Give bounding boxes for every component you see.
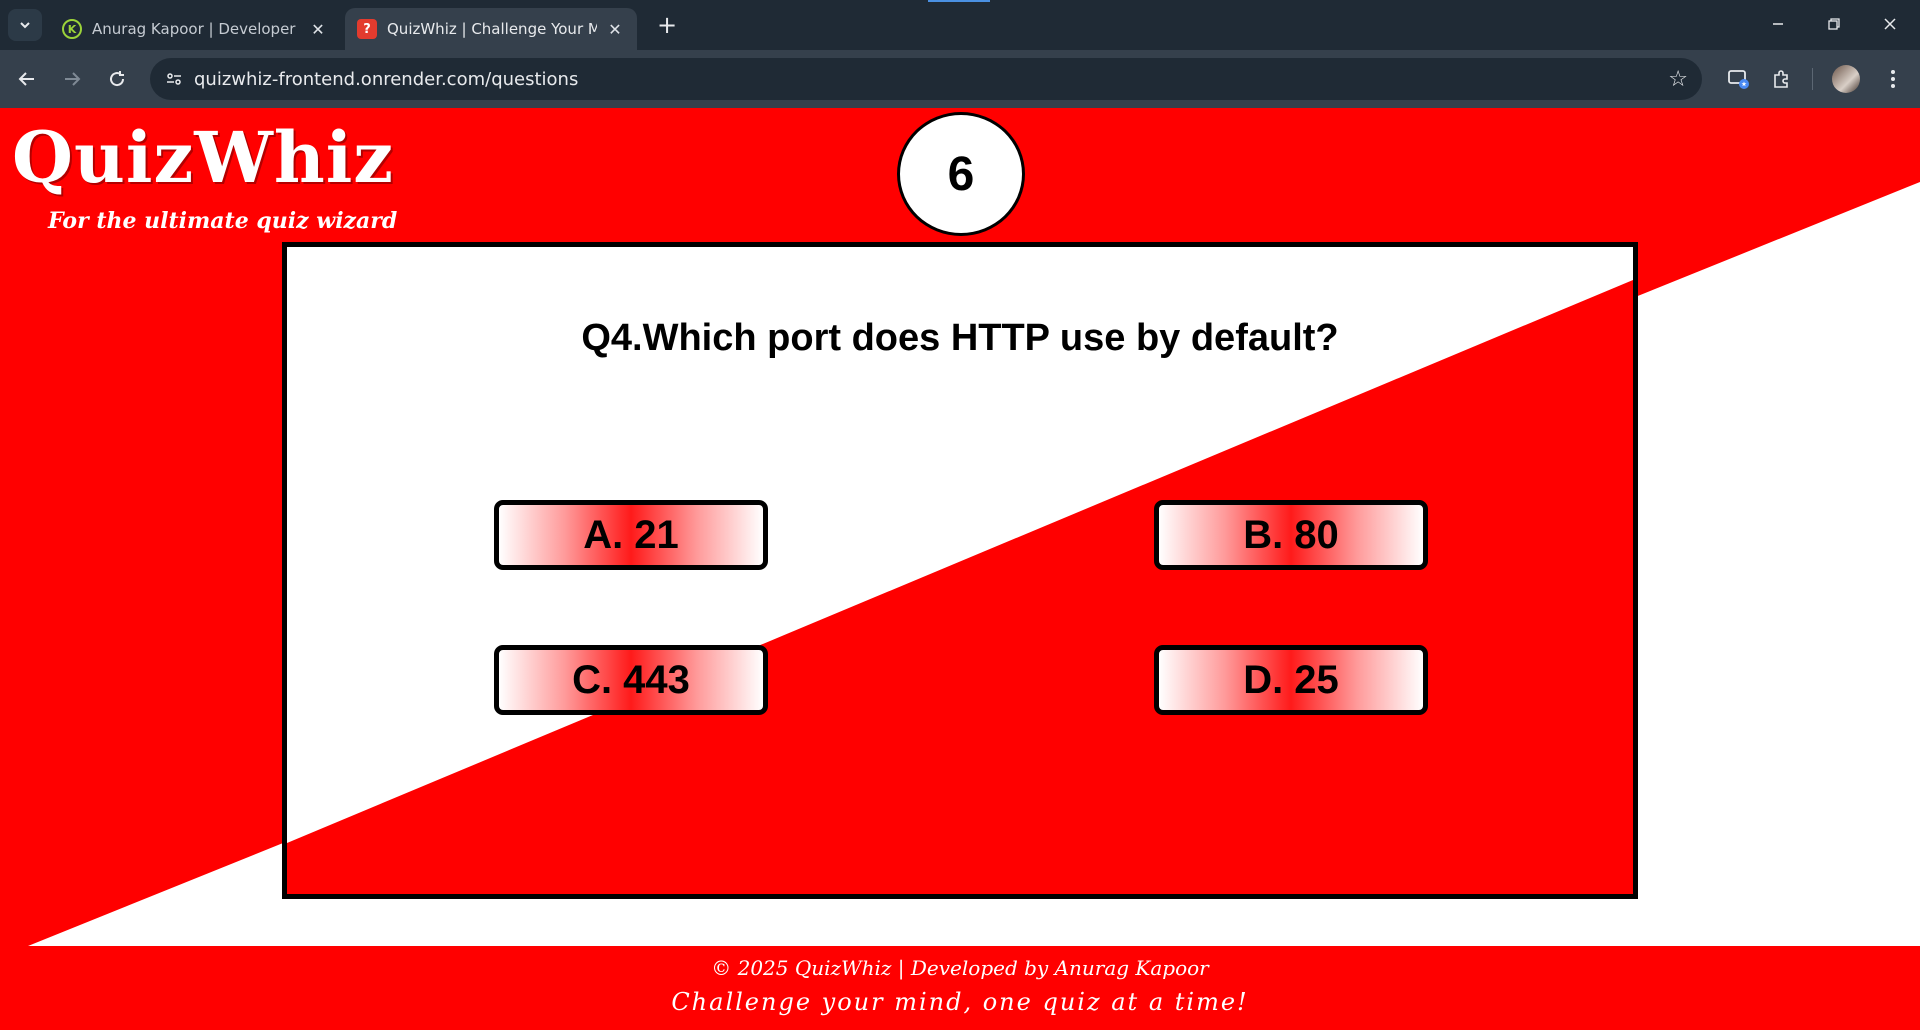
forward-button[interactable]	[55, 63, 89, 95]
tab-title: Anurag Kapoor | Developer	[92, 20, 296, 38]
extensions-puzzle-icon[interactable]	[1764, 63, 1798, 95]
tab-search-button[interactable]	[8, 9, 42, 41]
question-mark-icon: ?	[357, 19, 377, 39]
leaf-logo-icon: K	[62, 19, 82, 39]
brand-tagline: For the ultimate quiz wizard	[48, 208, 398, 234]
footer-slogan: Challenge your mind, one quiz at a time!	[671, 988, 1249, 1016]
bookmark-star-icon[interactable]: ☆	[1668, 67, 1688, 92]
window-close-icon[interactable]	[1870, 8, 1910, 40]
quizwhiz-logo[interactable]: QuizWhiz	[12, 123, 394, 193]
cast-icon[interactable]	[1722, 63, 1756, 95]
toolbar-divider	[1812, 68, 1813, 90]
close-icon[interactable]: ✕	[605, 20, 625, 39]
new-tab-button[interactable]: +	[652, 10, 682, 40]
reload-button[interactable]	[100, 63, 134, 95]
arrow-left-icon	[18, 72, 34, 86]
tab-quizwhiz[interactable]: ? QuizWhiz | Challenge Your Mind ✕	[345, 8, 637, 50]
browser-tab-bar: K Anurag Kapoor | Developer ✕ ? QuizWhiz…	[0, 0, 1920, 50]
question-text: Q4.Which port does HTTP use by default?	[581, 317, 1339, 359]
minimize-icon[interactable]	[1758, 8, 1798, 40]
answer-option-d[interactable]: D. 25	[1154, 645, 1428, 715]
site-info-icon[interactable]	[154, 58, 194, 100]
profile-avatar[interactable]	[1832, 65, 1860, 93]
quiz-page: QuizWhiz For the ultimate quiz wizard 6 …	[0, 108, 1920, 1030]
reload-icon	[110, 71, 125, 87]
more-menu-icon[interactable]	[1876, 63, 1910, 95]
address-bar[interactable]: quizwhiz-frontend.onrender.com/questions…	[150, 58, 1702, 100]
chevron-down-icon	[20, 22, 30, 29]
close-icon[interactable]: ✕	[308, 20, 328, 39]
answer-option-c[interactable]: C. 443	[494, 645, 768, 715]
answer-option-b[interactable]: B. 80	[1154, 500, 1428, 570]
back-button[interactable]	[10, 63, 44, 95]
page-footer: © 2025 QuizWhiz | Developed by Anurag Ka…	[0, 946, 1920, 1030]
restore-icon[interactable]	[1814, 8, 1854, 40]
footer-copyright: © 2025 QuizWhiz | Developed by Anurag Ka…	[711, 956, 1209, 980]
arrow-right-icon	[65, 72, 81, 86]
countdown-timer: 6	[897, 112, 1025, 236]
tab-anurag-kapoor[interactable]: K Anurag Kapoor | Developer ✕	[50, 8, 340, 50]
tab-drag-indicator	[928, 0, 990, 2]
tab-title: QuizWhiz | Challenge Your Mind	[387, 20, 597, 38]
url-text[interactable]: quizwhiz-frontend.onrender.com/questions	[194, 69, 578, 90]
answer-option-a[interactable]: A. 21	[494, 500, 768, 570]
question-card: Q4.Which port does HTTP use by default? …	[282, 242, 1638, 899]
browser-toolbar: quizwhiz-frontend.onrender.com/questions…	[0, 50, 1920, 108]
